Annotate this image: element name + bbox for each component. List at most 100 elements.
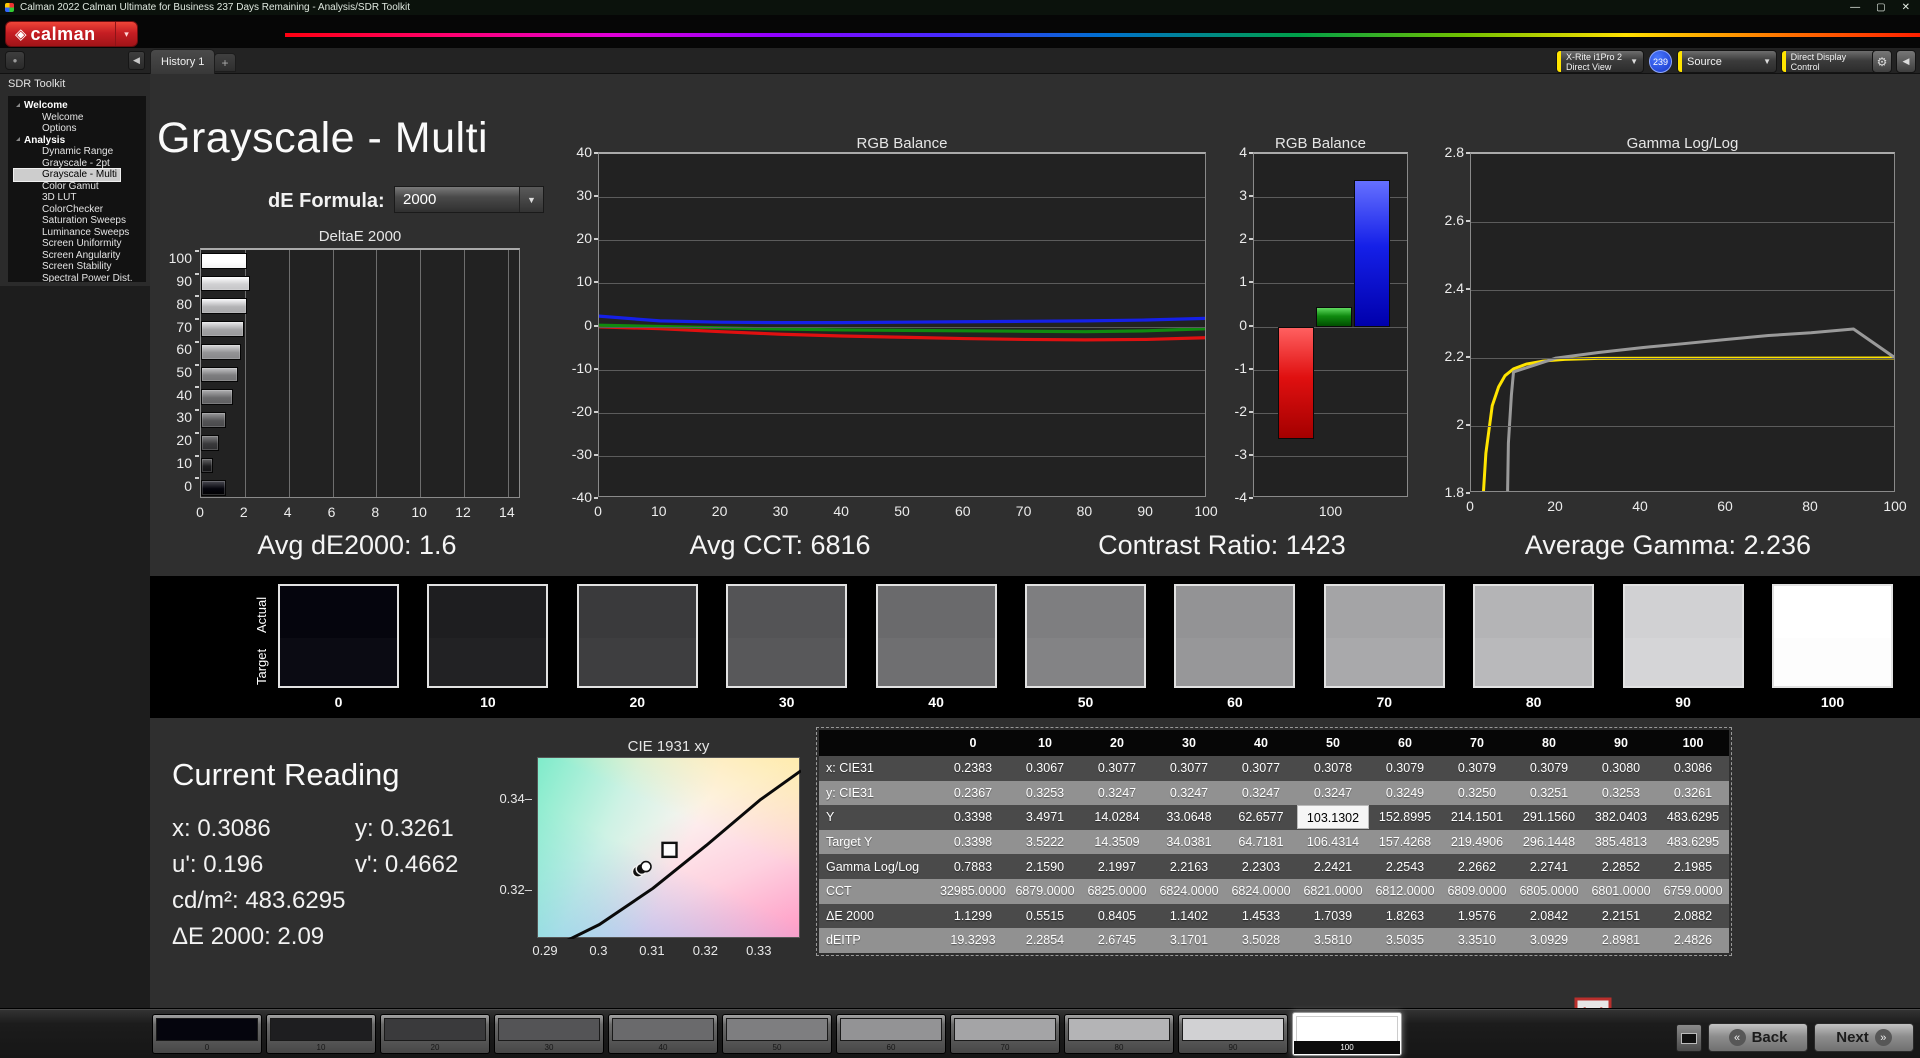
current-reading-title: Current Reading — [172, 757, 399, 793]
pattern-swatch — [612, 1018, 714, 1041]
sidebar-item-options[interactable]: Options — [14, 123, 146, 135]
axis-tick-label: 1 — [1213, 273, 1247, 290]
axis-tick-label: 10 — [560, 273, 592, 290]
table-row-cct: CCT32985.00006879.00006825.00006824.0000… — [819, 879, 1729, 904]
grayscale-pattern-button-80[interactable]: 80 — [1064, 1014, 1174, 1054]
pattern-level-label: 40 — [609, 1043, 717, 1052]
sidebar-item-screen-angularity[interactable]: Screen Angularity — [14, 250, 146, 262]
table-cell: 0.2367 — [937, 781, 1009, 805]
gamma-chart-title: Gamma Log/Log — [1470, 135, 1895, 152]
reading-u-prime: u': 0.196 — [172, 851, 263, 879]
grayscale-pattern-button-0[interactable]: 0 — [152, 1014, 262, 1054]
sidebar-item-screen-stability[interactable]: Screen Stability — [14, 261, 146, 273]
sidebar-item-color-gamut[interactable]: Color Gamut — [14, 181, 146, 193]
axis-tick-label: 4 — [266, 504, 310, 520]
table-column-header: 80 — [1513, 731, 1585, 755]
table-cell: 2.1985 — [1657, 855, 1729, 879]
axis-tick-label: 10 — [397, 504, 441, 520]
axis-tick-label: 50 — [880, 503, 924, 519]
axis-tick — [1249, 238, 1253, 240]
axis-tick-label: 8 — [353, 504, 397, 520]
table-cell: 3.0929 — [1513, 928, 1585, 952]
swatch-level-label: 60 — [1174, 694, 1295, 710]
tree-group-welcome[interactable]: Welcome — [14, 100, 146, 112]
pattern-swatch — [270, 1018, 372, 1041]
table-cell: 14.3509 — [1081, 830, 1153, 854]
close-icon[interactable]: ✕ — [1902, 2, 1910, 13]
pattern-window-button[interactable] — [1676, 1024, 1702, 1052]
grayscale-pattern-button-50[interactable]: 50 — [722, 1014, 832, 1054]
table-cell-highlighted: 103.1302 — [1297, 805, 1369, 829]
source-dropdown[interactable]: Source ▼ — [1677, 50, 1777, 73]
pattern-swatch — [726, 1018, 828, 1041]
meter-dropdown[interactable]: X-Rite i1Pro 2 Direct View ▼ — [1556, 50, 1644, 73]
calman-menu-chevron-icon[interactable]: ▾ — [115, 22, 137, 46]
series-blue — [599, 316, 1206, 322]
axis-tick-label: 2.4 — [1425, 280, 1464, 297]
tree-group-analysis[interactable]: Analysis — [14, 135, 146, 147]
daylight-locus-line — [567, 771, 801, 939]
axis-tick-label: 30 — [158, 409, 192, 426]
axis-tick-label: -2 — [1213, 403, 1247, 420]
tab-history-1[interactable]: History 1 — [150, 49, 215, 74]
table-cell: 6821.0000 — [1297, 879, 1369, 903]
gridline — [599, 327, 1205, 328]
table-cell: 0.3247 — [1225, 781, 1297, 805]
grayscale-pattern-button-40[interactable]: 40 — [608, 1014, 718, 1054]
table-cell: 2.4826 — [1657, 928, 1729, 952]
axis-tick-label: 0 — [1448, 498, 1492, 514]
axis-tick — [594, 152, 598, 154]
axis-tick-label: 0 — [178, 504, 222, 520]
table-column-header: 40 — [1225, 731, 1297, 755]
add-tab-button[interactable]: + — [214, 53, 236, 72]
table-cell: 0.3067 — [1009, 756, 1081, 780]
grayscale-swatch-70 — [1324, 584, 1445, 688]
layout-radio-button[interactable]: ● — [5, 51, 25, 70]
table-cell: 382.0403 — [1585, 805, 1657, 829]
grayscale-pattern-button-100[interactable]: 100 — [1292, 1012, 1402, 1056]
grayscale-pattern-button-60[interactable]: 60 — [836, 1014, 946, 1054]
grayscale-pattern-button-10[interactable]: 10 — [266, 1014, 376, 1054]
minimize-icon[interactable]: — — [1850, 2, 1860, 13]
pattern-bottom-bar: « Back Next » 0102030 40 5060708090100 — [0, 1008, 1920, 1058]
chevron-down-icon: ▼ — [519, 187, 543, 212]
axis-tick — [594, 368, 598, 370]
calman-menu-button[interactable]: ◈ calman ▾ — [5, 21, 138, 47]
table-cell: 0.3086 — [1657, 756, 1729, 780]
sidebar-item-dynamic-range[interactable]: Dynamic Range — [14, 146, 146, 158]
axis-tick — [195, 364, 199, 366]
grayscale-pattern-button-20[interactable]: 20 — [380, 1014, 490, 1054]
calman-logo-icon: ◈ — [15, 25, 27, 43]
table-cell: 2.6745 — [1081, 928, 1153, 952]
sidebar-item-grayscale-2pt[interactable]: Grayscale - 2pt — [14, 158, 146, 170]
collapse-toolbar-button[interactable]: ◀ — [1896, 50, 1916, 73]
sidebar-item-welcome[interactable]: Welcome — [14, 112, 146, 124]
sidebar-item-colorchecker[interactable]: ColorChecker — [14, 204, 146, 216]
axis-tick — [1249, 497, 1253, 499]
axis-tick-label: 6 — [310, 504, 354, 520]
sidebar-item-3d-lut[interactable]: 3D LUT — [14, 192, 146, 204]
deltae-bar — [201, 435, 219, 451]
sidebar-item-grayscale-multi[interactable]: Grayscale - Multi — [14, 169, 120, 181]
sidebar-item-spectral-power-dist[interactable]: Spectral Power Dist. — [14, 273, 146, 283]
table-cell: 0.3251 — [1513, 781, 1585, 805]
grayscale-pattern-button-90[interactable]: 90 — [1178, 1014, 1288, 1054]
sidebar-item-luminance-sweeps[interactable]: Luminance Sweeps — [14, 227, 146, 239]
source-label: Source — [1687, 56, 1722, 68]
sidebar-collapse-button[interactable]: ◀ — [128, 51, 145, 70]
next-button[interactable]: Next » — [1814, 1023, 1914, 1052]
back-button[interactable]: « Back — [1708, 1023, 1808, 1052]
radio-dot-icon: ● — [13, 56, 18, 65]
maximize-icon[interactable]: ▢ — [1876, 2, 1885, 13]
sidebar-item-saturation-sweeps[interactable]: Saturation Sweeps — [14, 215, 146, 227]
grayscale-pattern-button-70[interactable]: 70 — [950, 1014, 1060, 1054]
axis-tick-label: 0.31 — [632, 943, 672, 958]
grayscale-pattern-button-30[interactable]: 30 — [494, 1014, 604, 1054]
sidebar-item-screen-uniformity[interactable]: Screen Uniformity — [14, 238, 146, 250]
settings-button[interactable]: ⚙ — [1872, 50, 1892, 73]
table-row-label: Target Y — [819, 835, 937, 849]
de-formula-dropdown[interactable]: 2000 ▼ — [394, 186, 544, 213]
table-cell: 2.1997 — [1081, 855, 1153, 879]
axis-tick-label: 0.33 — [739, 943, 779, 958]
stat-avg-cct: Avg CCT: 6816 — [560, 530, 1000, 561]
